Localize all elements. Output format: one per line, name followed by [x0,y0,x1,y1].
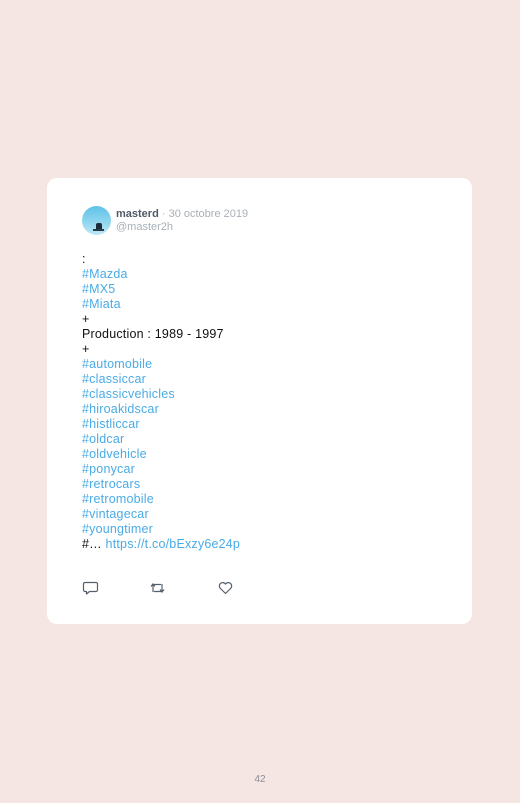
page-number: 42 [254,774,266,785]
truncated-line: #… https://t.co/bExzy6e24p [82,537,240,552]
hashtag-link[interactable]: #classiccar [82,372,240,387]
hashtag-link[interactable]: #oldcar [82,432,240,447]
tweet-text: : #Mazda #MX5 #Miata + Production : 1989 - 19… [82,252,240,552]
tweet-text-line: + [82,342,90,356]
tweet-header: masterd · 30 octobre 2019 [116,208,248,221]
hashtag-link[interactable]: #vintagecar [82,507,240,522]
hashtag-link[interactable]: #hiroakidscar [82,402,240,417]
tweet-actions [82,580,262,596]
retweet-icon[interactable] [149,580,166,596]
truncated-hashtag: #… [82,537,102,551]
tweet-card: masterd · 30 octobre 2019 @master2h : #Ma… [47,178,472,624]
hashtag-link[interactable]: #histliccar [82,417,240,432]
date-separator: · [158,208,169,220]
hashtag-link[interactable]: #Miata [82,297,240,312]
tweet-text-line: Production : 1989 - 1997 [82,327,224,341]
author-handle[interactable]: @master2h [116,221,173,233]
hashtag-link[interactable]: #ponycar [82,462,240,477]
tweet-link[interactable]: https://t.co/bExzy6e24p [106,537,241,551]
tweet-text-line: : [82,252,86,266]
hashtag-link[interactable]: #retrocars [82,477,240,492]
hashtag-link[interactable]: #classicvehicles [82,387,240,402]
hashtag-link[interactable]: #retromobile [82,492,240,507]
hashtag-link[interactable]: #Mazda [82,267,240,282]
hashtag-link[interactable]: #MX5 [82,282,240,297]
avatar[interactable] [82,206,111,235]
author-name[interactable]: masterd [116,208,159,220]
surfboard [93,229,104,231]
hashtag-link[interactable]: #youngtimer [82,522,240,537]
tweet-text-line: + [82,312,90,326]
hashtag-link[interactable]: #automobile [82,357,240,372]
hashtag-link[interactable]: #oldvehicle [82,447,240,462]
reply-icon[interactable] [82,580,99,596]
tweet-date[interactable]: 30 octobre 2019 [169,208,249,220]
like-icon[interactable] [217,580,234,596]
